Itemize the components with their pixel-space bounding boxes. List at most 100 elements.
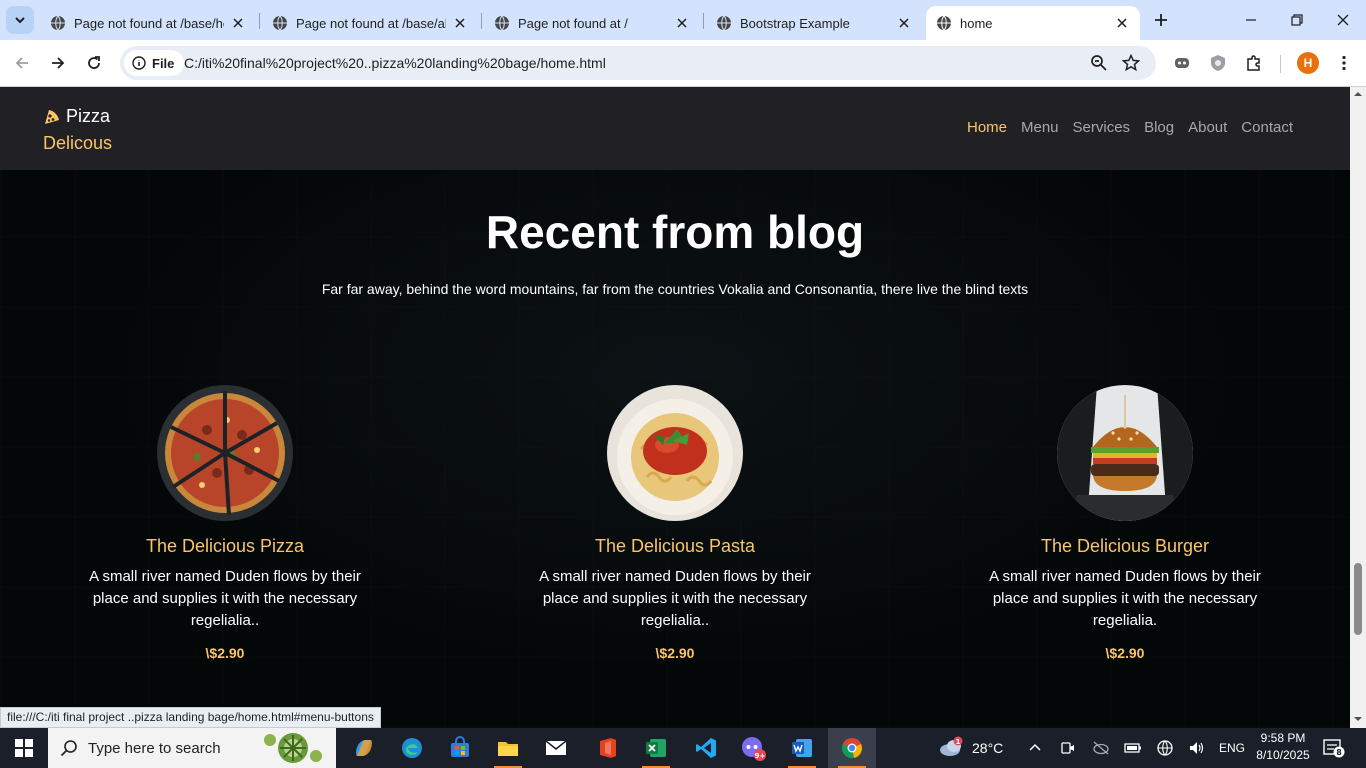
address-bar[interactable]: File C:/iti%20final%20project%20..pizza%…	[120, 46, 1156, 80]
tab-page-not-found-root[interactable]: Page not found at /	[484, 6, 700, 40]
clock-date: 8/10/2025	[1256, 748, 1310, 762]
blog-card-title[interactable]: The Delicious Burger	[945, 536, 1305, 557]
menu-item-menu[interactable]: Menu	[1014, 119, 1066, 136]
close-window-button[interactable]	[1320, 0, 1366, 40]
blog-section-title: Recent from blog	[485, 206, 865, 258]
menu-item-about[interactable]: About	[1181, 119, 1234, 136]
blog-card-title[interactable]: The Delicious Pasta	[495, 536, 855, 557]
copilot-icon	[356, 740, 372, 756]
menu-item-blog[interactable]: Blog	[1137, 119, 1181, 136]
taskbar-edge[interactable]	[388, 728, 436, 768]
weather-cloud-icon: 1	[940, 736, 963, 756]
menu-item-home[interactable]: Home	[960, 119, 1014, 136]
tray-network[interactable]	[1156, 728, 1174, 768]
tab-label: Page not found at /base/hor	[74, 15, 224, 31]
page-scrollbar[interactable]	[1350, 87, 1366, 728]
plus-icon	[1155, 14, 1167, 26]
close-icon[interactable]	[674, 15, 690, 31]
minimize-icon	[1246, 19, 1256, 21]
taskbar-excel[interactable]	[632, 728, 680, 768]
back-button[interactable]	[9, 50, 35, 76]
arrow-right-icon	[52, 57, 65, 69]
close-icon[interactable]	[452, 15, 468, 31]
menu-item-services[interactable]: Services	[1066, 119, 1138, 136]
site-info-chip[interactable]: File	[124, 50, 185, 76]
url-text[interactable]: C:/iti%20final%20project%20..pizza%20lan…	[184, 55, 606, 71]
tab-divider	[481, 13, 482, 29]
discord-badge: 9+	[755, 752, 766, 760]
taskbar-vscode[interactable]	[682, 728, 730, 768]
pasta-image[interactable]	[607, 385, 743, 521]
close-icon[interactable]	[896, 15, 912, 31]
tab-search-button[interactable]	[6, 6, 34, 34]
tray-meet-now[interactable]	[1060, 728, 1076, 768]
notification-icon: 8	[1323, 739, 1345, 758]
taskbar-mail[interactable]	[532, 728, 580, 768]
profile-avatar[interactable]: H	[1297, 52, 1319, 74]
copilot-icon[interactable]	[1171, 52, 1193, 74]
taskbar-office[interactable]	[584, 728, 632, 768]
extensions-puzzle-icon[interactable]	[1243, 52, 1265, 74]
weather-widget[interactable]: 1 28°C	[938, 728, 1003, 768]
restore-button[interactable]	[1274, 0, 1320, 40]
tab-strip: Page not found at /base/hor Page not fou…	[0, 0, 1366, 40]
blog-card-text: A small river named Duden flows by their…	[539, 568, 811, 629]
notification-center[interactable]: 8	[1322, 728, 1346, 768]
minimize-button[interactable]	[1228, 0, 1274, 40]
taskbar-word[interactable]	[778, 728, 826, 768]
blog-card-text: A small river named Duden flows by their…	[989, 568, 1261, 629]
tray-language[interactable]: ENG	[1219, 728, 1245, 768]
blog-card-title[interactable]: The Delicious Pizza	[45, 536, 405, 557]
tab-home[interactable]: home	[926, 6, 1140, 40]
taskbar-store[interactable]	[436, 728, 484, 768]
tray-battery[interactable]	[1124, 728, 1142, 768]
globe-icon	[1157, 740, 1173, 756]
chrome-icon	[842, 738, 862, 759]
scrollbar-thumb[interactable]	[1354, 563, 1362, 635]
kebab-menu-icon[interactable]	[1333, 52, 1355, 74]
burger-image[interactable]	[1057, 385, 1193, 521]
brand-name: Pizza	[66, 106, 111, 126]
mail-icon	[545, 740, 567, 755]
tab-page-not-found-home[interactable]: Page not found at /base/hor	[40, 6, 256, 40]
word-icon	[792, 739, 812, 757]
taskbar-search[interactable]: Type here to search	[48, 728, 336, 768]
bookmark-star-icon[interactable]	[1121, 53, 1141, 73]
zoom-icon[interactable]	[1089, 53, 1109, 73]
tray-volume[interactable]	[1188, 728, 1206, 768]
reload-button[interactable]	[81, 50, 107, 76]
globe-icon	[273, 15, 287, 31]
menu-item-contact[interactable]: Contact	[1234, 119, 1300, 136]
show-hidden-icons[interactable]	[1028, 728, 1042, 768]
brand-tagline: Delicous	[43, 133, 113, 153]
new-tab-button[interactable]	[1149, 8, 1173, 32]
store-icon	[451, 736, 469, 757]
taskbar-copilot[interactable]	[340, 728, 388, 768]
taskbar-file-explorer[interactable]	[484, 728, 532, 768]
close-icon[interactable]	[230, 15, 246, 31]
blog-section-subtitle: Far far away, behind the word mountains,…	[321, 281, 1029, 297]
tab-label: Page not found at /	[518, 15, 628, 31]
taskbar-clock[interactable]: 9:58 PM 8/10/2025	[1252, 730, 1314, 764]
site-navbar: Pizza Delicous Home Menu Services Blog A…	[0, 87, 1350, 170]
taskbar-chrome[interactable]	[828, 728, 876, 768]
shield-icon[interactable]	[1207, 52, 1229, 74]
forward-button[interactable]	[45, 50, 71, 76]
weather-badge: 1	[956, 738, 961, 746]
tray-network-drive[interactable]	[1092, 728, 1110, 768]
office-icon	[600, 738, 616, 758]
globe-icon	[937, 15, 951, 31]
camera-icon	[1061, 742, 1074, 754]
tab-page-not-found-about[interactable]: Page not found at /base/abo	[262, 6, 478, 40]
tab-bootstrap-example[interactable]: Bootstrap Example	[706, 6, 922, 40]
taskbar-discord[interactable]: 9+	[730, 728, 778, 768]
windows-logo-icon	[15, 739, 33, 757]
pizza-image[interactable]	[157, 385, 293, 521]
site-brand[interactable]: Pizza Delicous	[43, 103, 112, 157]
search-highlight-icon	[264, 733, 322, 763]
tab-divider	[703, 13, 704, 29]
close-icon[interactable]	[1114, 15, 1130, 31]
blog-card-price: \$2.90	[205, 645, 245, 661]
start-button[interactable]	[0, 728, 48, 768]
link-status-bubble: file:///C:/iti final project ..pizza lan…	[0, 707, 381, 728]
